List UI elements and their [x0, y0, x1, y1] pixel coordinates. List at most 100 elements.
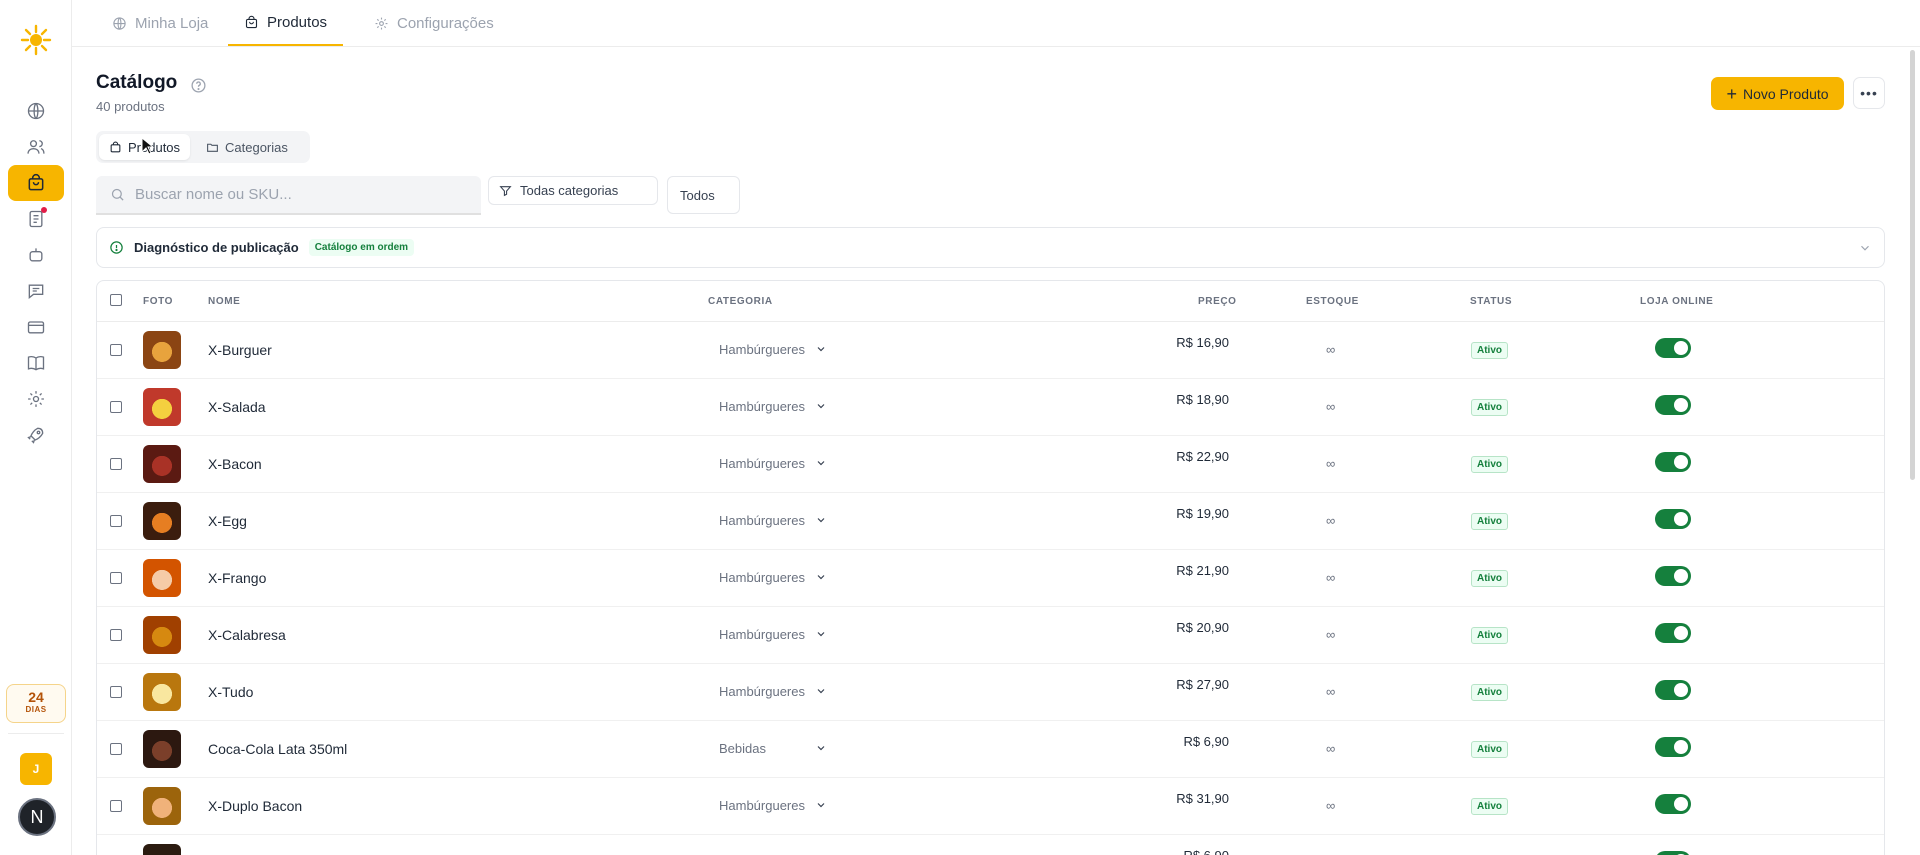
category-filter[interactable]: Todas categorias	[488, 176, 658, 205]
help-icon[interactable]	[190, 77, 207, 94]
table-row[interactable]: X-Tudo Hambúrgueres R$ 27,90 ∞ Ativo	[97, 664, 1884, 721]
chevron-down-icon[interactable]	[815, 343, 827, 355]
table-row[interactable]: X-Bacon Hambúrgueres R$ 22,90 ∞ Ativo	[97, 436, 1884, 493]
status-filter[interactable]: Todos	[667, 176, 740, 214]
sidebar-item-bot[interactable]	[8, 237, 64, 273]
table-row[interactable]: Coca-Cola Lata 350ml Bebidas R$ 6,90 ∞ A…	[97, 721, 1884, 778]
chevron-down-icon[interactable]	[815, 685, 827, 697]
product-photo[interactable]	[143, 730, 181, 768]
product-photo[interactable]	[143, 559, 181, 597]
online-store-toggle[interactable]	[1655, 851, 1691, 855]
online-store-toggle[interactable]	[1655, 623, 1691, 643]
row-checkbox[interactable]	[110, 401, 122, 413]
online-store-toggle[interactable]	[1655, 794, 1691, 814]
row-checkbox[interactable]	[110, 515, 122, 527]
online-store-toggle[interactable]	[1655, 566, 1691, 586]
sidebar-item-settings[interactable]	[8, 381, 64, 417]
table-row[interactable]: X-Frango Hambúrgueres R$ 21,90 ∞ Ativo	[97, 550, 1884, 607]
table-row[interactable]: X-Duplo Bacon Hambúrgueres R$ 31,90 ∞ At…	[97, 778, 1884, 835]
scrollbar[interactable]	[1910, 50, 1915, 480]
chevron-down-icon[interactable]	[815, 571, 827, 583]
online-store-toggle[interactable]	[1655, 509, 1691, 529]
row-checkbox[interactable]	[110, 458, 122, 470]
product-name[interactable]: X-Tudo	[208, 684, 253, 700]
chevron-down-icon[interactable]	[815, 457, 827, 469]
sidebar-item-launch[interactable]	[8, 417, 64, 453]
column-stock[interactable]: ESTOQUE	[1306, 296, 1359, 307]
product-name[interactable]: X-Frango	[208, 570, 266, 586]
product-photo[interactable]	[143, 844, 181, 855]
sidebar-item-orders[interactable]	[8, 201, 64, 237]
chevron-down-icon[interactable]	[815, 742, 827, 754]
column-status[interactable]: STATUS	[1470, 296, 1512, 307]
tab-configuracoes[interactable]: Configurações	[358, 0, 510, 46]
sidebar-item-messages[interactable]	[8, 273, 64, 309]
table-row[interactable]: X-Egg Hambúrgueres R$ 19,90 ∞ Ativo	[97, 493, 1884, 550]
trial-days-badge[interactable]: 24 DIAS	[6, 684, 66, 723]
sun-logo-icon[interactable]	[20, 24, 52, 56]
table-row[interactable]: X-Burguer Hambúrgueres R$ 16,90 ∞ Ativo	[97, 322, 1884, 379]
plus-icon: +	[1726, 83, 1737, 104]
product-photo[interactable]	[143, 331, 181, 369]
row-checkbox[interactable]	[110, 686, 122, 698]
product-name[interactable]: X-Calabresa	[208, 627, 286, 643]
row-checkbox[interactable]	[110, 629, 122, 641]
row-checkbox[interactable]	[110, 800, 122, 812]
chevron-down-icon[interactable]	[815, 514, 827, 526]
product-name[interactable]: X-Salada	[208, 399, 266, 415]
product-name[interactable]: Coca-Cola Lata 350ml	[208, 741, 347, 757]
online-store-toggle[interactable]	[1655, 338, 1691, 358]
product-photo[interactable]	[143, 787, 181, 825]
row-checkbox[interactable]	[110, 344, 122, 356]
globe-icon	[113, 16, 126, 30]
tab-minha-loja[interactable]: Minha Loja	[96, 0, 224, 46]
chevron-down-icon[interactable]	[815, 400, 827, 412]
account-avatar[interactable]: N	[18, 798, 56, 836]
search-input[interactable]	[135, 186, 455, 203]
ellipsis-icon: •••	[1860, 85, 1878, 101]
product-name[interactable]: X-Egg	[208, 513, 247, 529]
select-all-checkbox[interactable]	[110, 294, 122, 306]
column-price[interactable]: PREÇO	[1198, 296, 1237, 307]
online-store-toggle[interactable]	[1655, 452, 1691, 472]
chevron-down-icon[interactable]	[815, 628, 827, 640]
sidebar-item-customers[interactable]	[8, 129, 64, 165]
product-name[interactable]: X-Duplo Bacon	[208, 798, 302, 814]
mouse-cursor-icon	[141, 137, 155, 155]
product-photo[interactable]	[143, 673, 181, 711]
product-photo[interactable]	[143, 616, 181, 654]
status-badge: Ativo	[1471, 513, 1508, 530]
sidebar-item-store[interactable]	[8, 93, 64, 129]
users-icon	[27, 140, 45, 154]
tab-produtos[interactable]: Produtos	[228, 0, 344, 46]
sidebar-item-products[interactable]	[8, 165, 64, 201]
product-stock: ∞	[1326, 798, 1336, 813]
table-row[interactable]: X-Calabresa Hambúrgueres R$ 20,90 ∞ Ativ…	[97, 607, 1884, 664]
product-stock: ∞	[1326, 456, 1336, 471]
more-options-button[interactable]: •••	[1853, 77, 1885, 109]
product-name[interactable]: X-Burguer	[208, 342, 272, 358]
products-table: FOTO NOME CATEGORIA PREÇO ESTOQUE STATUS…	[96, 280, 1885, 855]
chevron-down-icon[interactable]	[815, 799, 827, 811]
online-store-toggle[interactable]	[1655, 395, 1691, 415]
new-product-button[interactable]: + Novo Produto	[1711, 77, 1844, 110]
product-photo[interactable]	[143, 502, 181, 540]
product-photo[interactable]	[143, 445, 181, 483]
tab-label: Minha Loja	[135, 14, 209, 32]
row-checkbox[interactable]	[110, 743, 122, 755]
product-photo[interactable]	[143, 388, 181, 426]
publication-diagnostic[interactable]: Diagnóstico de publicação Catálogo em or…	[96, 227, 1885, 268]
table-row[interactable]: R$ 6,90	[97, 835, 1884, 855]
user-avatar[interactable]: J	[20, 753, 52, 785]
sidebar-item-guide[interactable]	[8, 345, 64, 381]
table-row[interactable]: X-Salada Hambúrgueres R$ 18,90 ∞ Ativo	[97, 379, 1884, 436]
online-store-toggle[interactable]	[1655, 680, 1691, 700]
column-name[interactable]: NOME	[208, 296, 240, 307]
online-store-toggle[interactable]	[1655, 737, 1691, 757]
subtab-categorias[interactable]: Categorias	[196, 134, 298, 160]
row-checkbox[interactable]	[110, 572, 122, 584]
sidebar-item-payments[interactable]	[8, 309, 64, 345]
chevron-down-icon[interactable]	[1858, 241, 1872, 255]
product-name[interactable]: X-Bacon	[208, 456, 262, 472]
column-category[interactable]: CATEGORIA	[708, 296, 773, 307]
